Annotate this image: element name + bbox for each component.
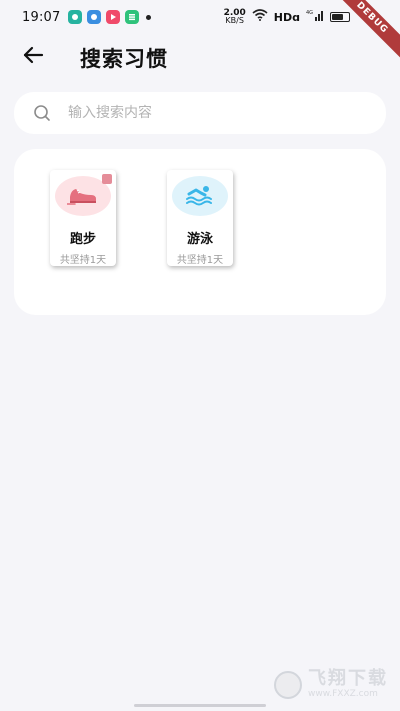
habit-card-swimming[interactable]: 游泳 共坚持1天 bbox=[167, 170, 233, 266]
habit-card-running[interactable]: 跑步 共坚持1天 bbox=[50, 170, 116, 266]
net-speed: 2.00 KB/S bbox=[224, 9, 246, 25]
watermark-logo-icon bbox=[274, 670, 302, 699]
more-notifications-dot bbox=[146, 14, 152, 20]
watermark-text: 飞翔下载 www.FXXZ.com bbox=[308, 670, 388, 699]
wifi-icon bbox=[252, 9, 268, 25]
status-bar: 19:07 2.00 KB/S HDɑ 4G bbox=[0, 0, 400, 34]
habit-icon-badge bbox=[172, 176, 228, 216]
watermark-label: 飞翔下载 bbox=[308, 668, 388, 689]
arrow-left-icon bbox=[22, 46, 44, 68]
habit-streak-text: 共坚持1天 bbox=[59, 255, 107, 266]
habit-streak-text: 共坚持1天 bbox=[176, 255, 224, 266]
habit-name: 跑步 bbox=[69, 232, 96, 247]
search-icon bbox=[32, 103, 52, 123]
running-shoe-icon bbox=[66, 182, 99, 210]
search-bar[interactable] bbox=[14, 92, 386, 134]
search-input[interactable] bbox=[66, 104, 350, 122]
habit-results-panel: 跑步 共坚持1天 游泳 共坚持1天 bbox=[14, 149, 386, 315]
header: 搜索习惯 bbox=[0, 38, 400, 76]
net-speed-unit: KB/S bbox=[225, 16, 244, 25]
notification-app-icon bbox=[125, 10, 140, 24]
page-title: 搜索习惯 bbox=[80, 47, 168, 71]
status-indicators: 2.00 KB/S HDɑ 4G bbox=[224, 9, 350, 25]
home-indicator[interactable] bbox=[134, 704, 266, 707]
watermark: 飞翔下载 www.FXXZ.com bbox=[274, 670, 388, 699]
calendar-icon bbox=[102, 174, 112, 184]
status-time: 19:07 bbox=[22, 9, 61, 25]
habit-name: 游泳 bbox=[186, 232, 213, 247]
watermark-url: www.FXXZ.com bbox=[308, 689, 378, 699]
battery-icon bbox=[330, 12, 350, 22]
notification-app-icon bbox=[87, 10, 102, 24]
notification-app-icon bbox=[106, 10, 121, 24]
swimming-icon bbox=[184, 182, 216, 210]
network-type-label: HDɑ bbox=[273, 10, 300, 24]
svg-text:4G: 4G bbox=[306, 10, 313, 16]
cell-signal-icon: 4G bbox=[306, 9, 324, 25]
back-button[interactable] bbox=[18, 42, 48, 72]
notification-app-icon bbox=[68, 10, 83, 24]
